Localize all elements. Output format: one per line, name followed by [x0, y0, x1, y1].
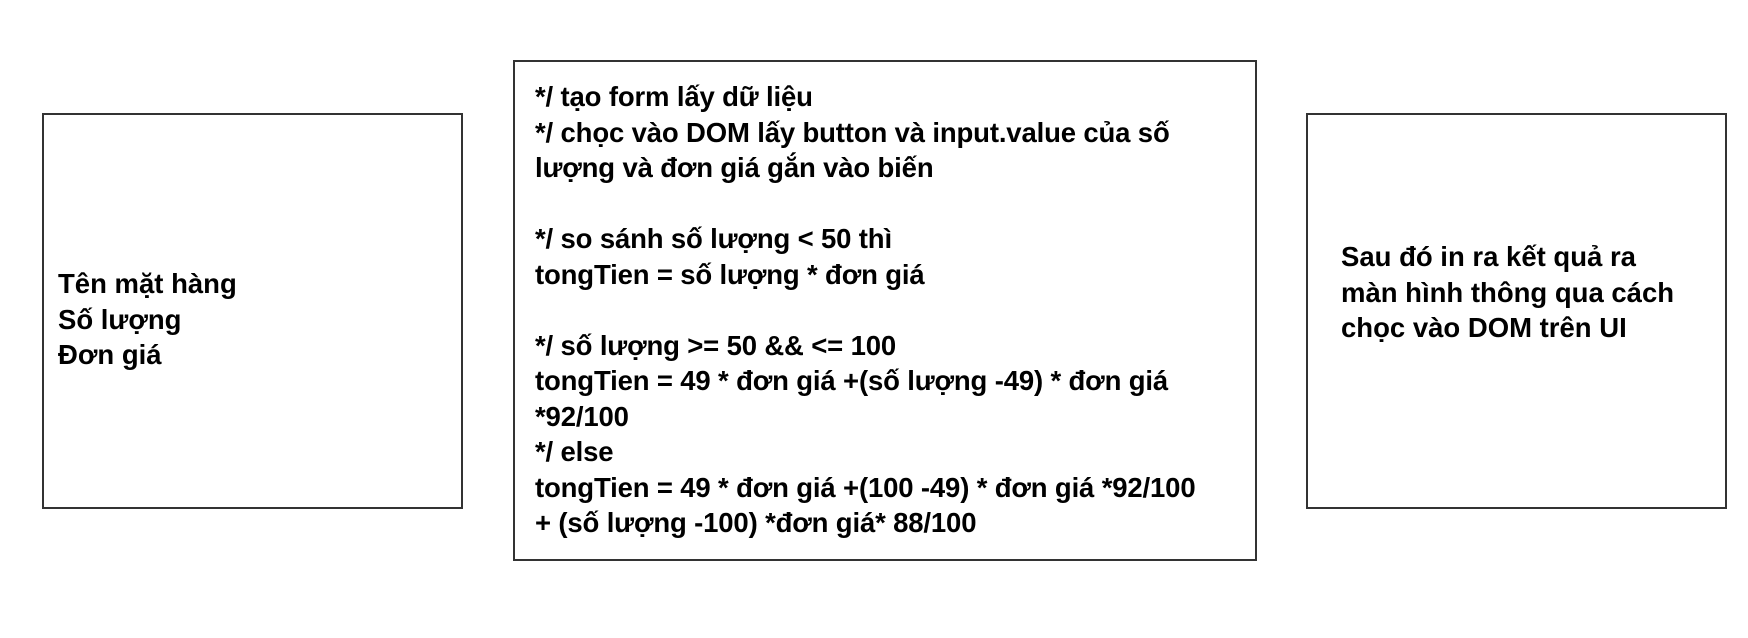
logic-line-1: */ tạo form lấy dữ liệu [535, 81, 813, 112]
logic-line-4 [535, 186, 1195, 222]
output-result-box: Sau đó in ra kết quả ra màn hình thông q… [1306, 113, 1727, 509]
logic-line-10: *92/100 [535, 400, 629, 432]
input-line-item-name: Tên mặt hàng [58, 268, 237, 299]
input-fields-text: Tên mặt hàng Số lượng Đơn giá [58, 266, 237, 373]
logic-steps-box: */ tạo form lấy dữ liệu */ chọc vào DOM … [513, 60, 1257, 561]
logic-line-9: tongTien = 49 * đơn giá +(số lượng -49) … [535, 365, 1169, 396]
logic-line-13: + (số lượng -100) *đơn giá* 88/100 [535, 507, 977, 538]
output-line-3: chọc vào DOM trên UI [1341, 312, 1627, 343]
logic-line-12: tongTien = 49 * đơn giá +(100 -49) * đơn… [535, 471, 1196, 503]
logic-line-8: */ số lượng >= 50 && <= 100 [535, 329, 896, 361]
logic-line-2: */ chọc vào DOM lấy button và input.valu… [535, 116, 1170, 148]
input-line-quantity: Số lượng [58, 303, 182, 335]
logic-line-3: lượng và đơn giá gắn vào biến [535, 152, 934, 183]
input-fields-box: Tên mặt hàng Số lượng Đơn giá [42, 113, 463, 509]
output-result-text: Sau đó in ra kết quả ra màn hình thông q… [1341, 239, 1674, 346]
logic-line-11: */ else [535, 436, 614, 467]
output-line-1: Sau đó in ra kết quả ra [1341, 241, 1636, 272]
logic-line-7 [535, 292, 1195, 328]
logic-steps-text: */ tạo form lấy dữ liệu */ chọc vào DOM … [535, 79, 1196, 541]
input-line-unit-price: Đơn giá [58, 339, 162, 370]
logic-line-6: tongTien = số lượng * đơn giá [535, 258, 925, 290]
output-line-2: màn hình thông qua cách [1341, 276, 1675, 308]
logic-line-5: */ so sánh số lượng < 50 thì [535, 223, 892, 254]
